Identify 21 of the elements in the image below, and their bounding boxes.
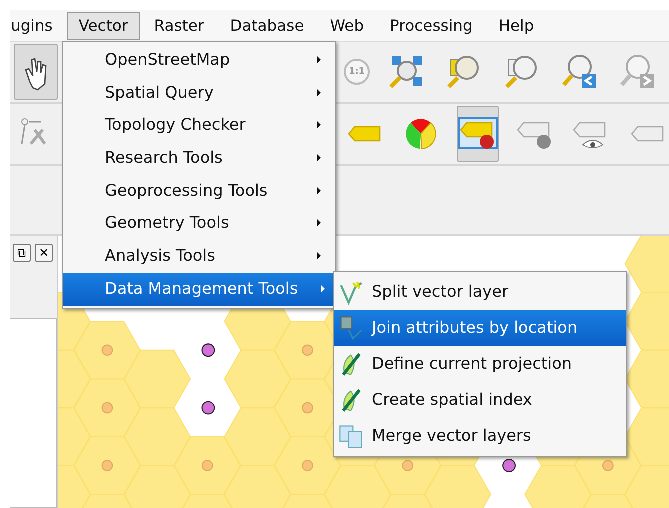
menu-item[interactable]: Database [218,12,316,40]
menu-item[interactable]: Geometry Tools [63,207,335,240]
menu-item[interactable]: Join attributes by location [334,310,626,346]
menu-item[interactable]: Split vector layer [334,274,626,310]
menu-item[interactable]: Vector [66,12,140,40]
close-button[interactable]: ✕ [35,244,53,262]
menu-item[interactable]: Spatial Query [63,76,335,110]
menu-item[interactable]: Raster [142,12,216,40]
menu-item[interactable]: Geoprocessing Tools [63,174,335,208]
menu-item[interactable]: Analysis Tools [63,240,335,273]
menu-item[interactable]: OpenStreetMap [63,44,335,77]
menu-item[interactable]: Web [318,12,376,40]
menu-item[interactable]: Create spatial index [334,382,626,418]
menu-item[interactable]: Define current projection [334,346,626,382]
menu-item[interactable]: Processing [378,12,485,40]
menu-item[interactable]: Research Tools [63,142,335,175]
float-button[interactable]: ⧉ [13,244,31,262]
menu-item[interactable]: Data Management Tools [63,272,335,306]
menu-item[interactable]: ugins [10,12,65,40]
menu-item[interactable]: Topology Checker [63,109,335,142]
menu-item[interactable]: Help [486,12,546,40]
